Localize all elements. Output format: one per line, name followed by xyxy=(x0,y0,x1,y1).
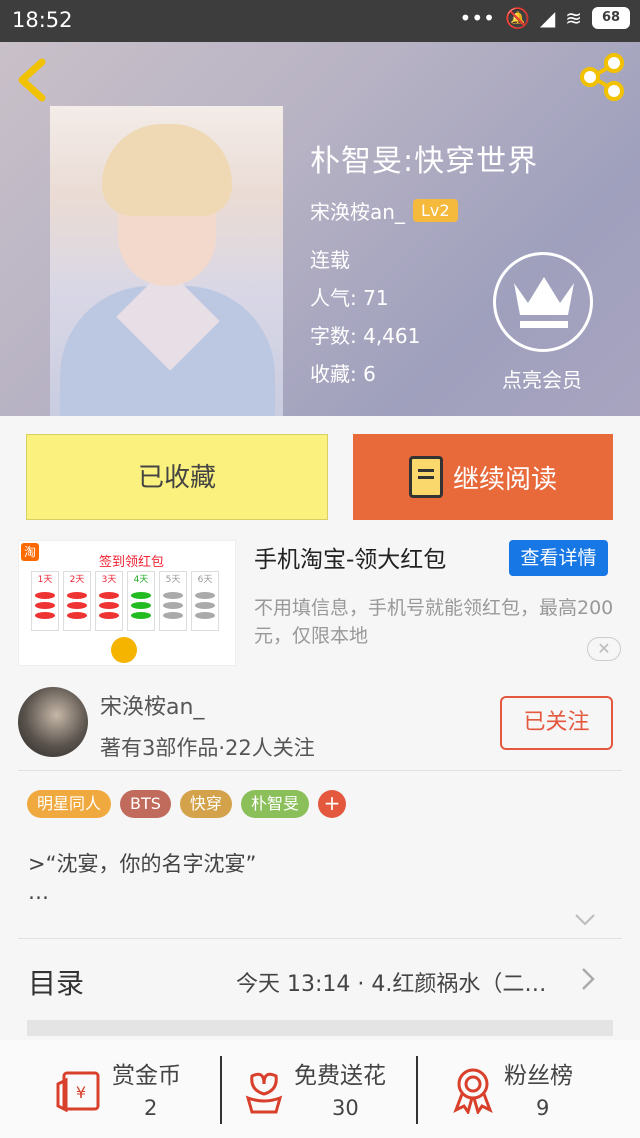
separator xyxy=(220,1056,222,1124)
status-time: 18:52 xyxy=(12,8,73,32)
coin-column: 3天 xyxy=(95,571,123,631)
divider xyxy=(18,770,622,771)
tag[interactable]: 快穿 xyxy=(179,790,232,818)
medal-icon xyxy=(453,1068,493,1114)
continue-reading-button[interactable]: 继续阅读 xyxy=(353,434,613,520)
share-button[interactable] xyxy=(578,52,628,102)
chevron-left-icon xyxy=(18,58,46,102)
signal-icon: ◢ xyxy=(539,6,556,30)
ad-details-button[interactable]: 查看详情 xyxy=(509,540,608,576)
favorited-button[interactable]: 已收藏 xyxy=(26,434,328,520)
popularity: 人气: 71 xyxy=(310,286,389,310)
flower-icon xyxy=(245,1072,283,1114)
add-tag-button[interactable]: + xyxy=(317,790,346,818)
mute-bell-icon: 🔕 xyxy=(504,6,530,30)
fan-ranking-count: 9 xyxy=(536,1096,550,1120)
coin-column: 5天 xyxy=(159,571,187,631)
wifi-icon: ≋ xyxy=(565,6,582,30)
latest-chapter[interactable]: 今天 13:14 · 4.红颜祸水（二… xyxy=(236,966,572,998)
reward-coins-button[interactable]: ¥ 赏金币 2 xyxy=(56,1056,206,1126)
ad-coin-columns: 1天 2天 3天 4天 5天 6天 xyxy=(31,571,219,631)
sign-in-dot xyxy=(111,637,137,663)
coin-column: 6天 xyxy=(191,571,219,631)
toc-label[interactable]: 目录 xyxy=(28,962,84,1002)
day-label: 6天 xyxy=(197,575,213,585)
status-bar: 18:52 ••• 🔕 ◢ ≋ 68 xyxy=(0,0,640,42)
author-row: 宋涣桉an_ Lv2 xyxy=(310,196,458,225)
more-dots-icon: ••• xyxy=(459,6,495,30)
level-badge: Lv2 xyxy=(412,199,458,222)
ad-title[interactable]: 手机淘宝-领大红包 xyxy=(254,540,446,574)
synopsis-ellipsis: … xyxy=(28,880,49,904)
word-count: 字数: 4,461 xyxy=(310,324,421,348)
chevron-down-icon xyxy=(575,914,595,926)
send-flower-button[interactable]: 免费送花 30 xyxy=(244,1056,414,1126)
toc-arrow[interactable] xyxy=(578,966,598,992)
separator xyxy=(416,1056,418,1124)
coin-column: 2天 xyxy=(63,571,91,631)
tag[interactable]: BTS xyxy=(120,790,171,818)
book-icon xyxy=(408,456,443,498)
day-label: 1天 xyxy=(37,575,53,585)
day-label: 5天 xyxy=(165,575,181,585)
ad-image-title: 签到领红包 xyxy=(99,555,165,570)
day-label: 3天 xyxy=(101,575,117,585)
back-button[interactable] xyxy=(14,58,54,102)
author-name[interactable]: 宋涣桉an_ xyxy=(310,196,405,225)
synopsis-line: >“沈宴，你的名字沈宴” xyxy=(28,852,257,876)
tag[interactable]: 明星同人 xyxy=(27,790,112,818)
follow-button[interactable]: 已关注 xyxy=(500,696,613,750)
taobao-logo: 淘 xyxy=(21,543,39,561)
continue-reading-label: 继续阅读 xyxy=(452,464,557,495)
status-icons: ••• 🔕 ◢ ≋ 68 xyxy=(460,6,630,30)
vip-label: 点亮会员 xyxy=(502,368,582,392)
cover-hair xyxy=(102,124,232,216)
svg-text:¥: ¥ xyxy=(76,1083,86,1102)
send-flower-count: 30 xyxy=(332,1096,359,1120)
ad-image[interactable]: 淘 签到领红包 1天 2天 3天 4天 5天 6天 xyxy=(18,540,236,666)
author-card-info: 著有3部作品·22人关注 xyxy=(100,736,315,760)
share-icon xyxy=(580,53,624,101)
fan-ranking-label: 粉丝榜 xyxy=(504,1063,573,1089)
book-header: 朴智旻:快穿世界 宋涣桉an_ Lv2 连载 人气: 71 字数: 4,461 … xyxy=(0,42,640,416)
book-title: 朴智旻:快穿世界 xyxy=(310,144,539,179)
book-cover[interactable] xyxy=(50,106,283,416)
expand-button[interactable] xyxy=(574,908,596,930)
ad-description: 不用填信息，手机号就能领红包，最高200元，仅限本地 xyxy=(254,597,614,647)
coin-envelope-icon: ¥ xyxy=(56,1071,100,1112)
fan-ranking-button[interactable]: 粉丝榜 9 xyxy=(452,1056,592,1126)
crown-icon xyxy=(514,277,574,328)
coin-column: 1天 xyxy=(31,571,59,631)
tag-list: 明星同人 BTS 快穿 朴智旻 + xyxy=(27,790,346,818)
favorite-count: 收藏: 6 xyxy=(310,362,376,386)
vip-button[interactable] xyxy=(493,252,593,352)
author-avatar[interactable] xyxy=(18,687,88,757)
section-spacer xyxy=(27,1020,613,1036)
bottom-action-bar: ¥ 赏金币 2 免费送花 30 粉丝榜 9 xyxy=(0,1040,640,1138)
chevron-right-icon xyxy=(582,968,595,990)
coin-column: 4天 xyxy=(127,571,155,631)
tag[interactable]: 朴智旻 xyxy=(240,790,309,818)
battery-icon: 68 xyxy=(592,7,630,29)
reward-coins-label: 赏金币 xyxy=(112,1063,181,1089)
serial-status: 连载 xyxy=(310,248,350,272)
divider xyxy=(18,938,622,939)
day-label: 4天 xyxy=(133,575,149,585)
author-card-name[interactable]: 宋涣桉an_ xyxy=(100,689,204,721)
reward-coins-count: 2 xyxy=(144,1096,158,1120)
send-flower-label: 免费送花 xyxy=(294,1063,386,1089)
ad-close-button[interactable]: ✕ xyxy=(587,637,621,661)
day-label: 2天 xyxy=(69,575,85,585)
